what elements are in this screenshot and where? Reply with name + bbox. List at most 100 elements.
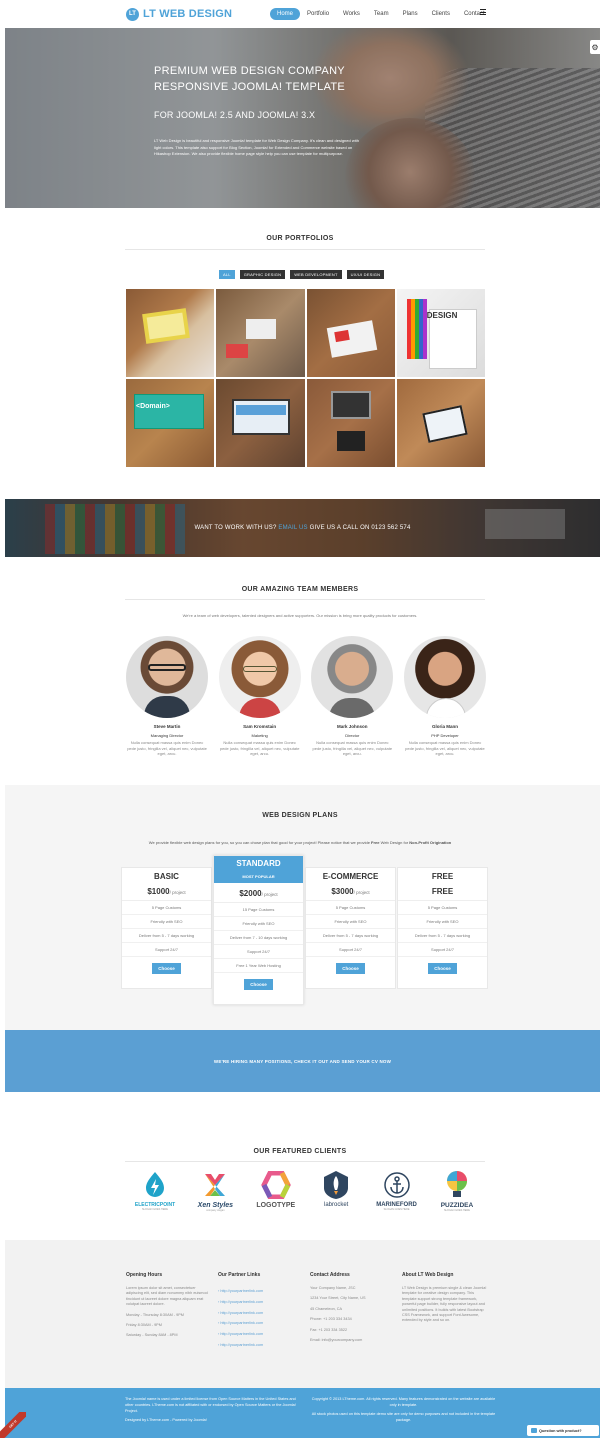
contact-line: 1234 Your Street, City Name, US [310, 1296, 366, 1301]
nav-portfolio[interactable]: Portfolio [300, 8, 336, 20]
plans-intro: We provide flexible web design plans for… [0, 840, 600, 845]
filter-all[interactable]: ALL [219, 270, 235, 279]
plans-intro-part: We provide flexible web design plans for… [148, 840, 370, 845]
member-desc: Nulla consequat massa quis enim Donec pe… [405, 740, 485, 756]
client-logo[interactable]: Xen Styles company slogan [186, 1170, 244, 1212]
get-it-ribbon[interactable]: GET IT [0, 1412, 26, 1438]
partner-link-text: http://yourpartnerlink.com [220, 1310, 264, 1315]
client-name: Xen Styles [197, 1202, 234, 1209]
divider [125, 249, 485, 250]
portfolio-item[interactable] [216, 379, 305, 467]
client-logo[interactable]: MARINEFORD SLOGAN GOES HERE [368, 1170, 426, 1212]
choose-button[interactable]: Choose [428, 963, 457, 974]
hero-title: PREMIUM WEB DESIGN COMPANY RESPONSIVE JOO… [154, 63, 345, 95]
partner-link[interactable]: › http://yourpartnerlink.com [218, 1308, 304, 1319]
filter-graphic-design[interactable]: GRAPHIC DESIGN [239, 270, 286, 279]
avatar [126, 636, 208, 718]
filter-ux-ui-design[interactable]: UX/UI DESIGN [346, 270, 385, 279]
plans-intro-part: Web Design for [380, 840, 409, 845]
partner-link[interactable]: › http://yourpartnerlink.com [218, 1340, 304, 1351]
plans-intro-nonprofit: Non-Profit Origination [409, 840, 452, 845]
most-popular-badge: MOST POPULAR [242, 874, 275, 879]
banner-text-part: GIVE US A CALL ON 0123 562 574 [309, 525, 411, 531]
plan-feature: Deliver from 5 - 7 days working [122, 929, 211, 943]
plan-price-value: $3000 [331, 887, 354, 896]
nav-home[interactable]: Home [270, 8, 301, 20]
member-name: Gloria Mann [431, 724, 458, 729]
gear-icon[interactable]: ⚙ [590, 40, 600, 54]
contact-email[interactable]: Email: info@yourcompany.com [310, 1338, 396, 1343]
footer-partner-links: Our Partner Links › http://yourpartnerli… [218, 1272, 304, 1351]
team-member: Gloria Mann PHP Developer Nulla consequa… [403, 636, 486, 757]
hero-title-line: RESPONSIVE JOOMLA! TEMPLATE [154, 81, 346, 93]
plan-price-unit: / project [169, 890, 186, 895]
portfolio-item[interactable] [126, 289, 215, 377]
footer-heading: Our Partner Links [218, 1272, 261, 1278]
opening-hours-line: Monday - Thursday 8:30AM - 9PM [126, 1312, 184, 1317]
site-logo[interactable]: LT LT WEB DESIGN [126, 6, 232, 22]
hero-subtitle: FOR JOOMLA! 2.5 AND JOOMLA! 3.X [154, 110, 316, 120]
chat-widget-button[interactable]: Question with product? [527, 1425, 599, 1436]
opening-hours-line: Friday 8:30AM - 9PM [126, 1323, 162, 1328]
client-logo[interactable]: LOGOTYPE [247, 1170, 305, 1212]
hiring-text[interactable]: WE'RE HIRING MANY POSITIONS, CHECK IT OU… [5, 1059, 600, 1064]
client-name: PUZZIDEA [440, 1202, 474, 1209]
tile-label: DESIGN [426, 311, 458, 320]
x-icon [186, 1170, 244, 1200]
partner-link[interactable]: › http://yourpartnerlink.com [218, 1297, 304, 1308]
plan-card-standard: STANDARD MOST POPULAR $2000/ project 15 … [213, 855, 304, 1005]
client-logo[interactable]: ELECTRICPOINT SLOGAN GOES HERE [126, 1170, 184, 1212]
nav-contact[interactable]: Contact [457, 8, 492, 20]
contact-line: Fax: +1 203 334 3522 [310, 1327, 348, 1332]
footer-heading: Opening Hours [126, 1272, 163, 1278]
hamburger-menu-icon[interactable] [480, 9, 486, 15]
partner-link[interactable]: › http://yourpartnerlink.com [218, 1318, 304, 1329]
footer-opening-hours: Opening Hours Lorem ipsum dolor sit amet… [126, 1272, 212, 1339]
lightning-drop-icon [126, 1170, 184, 1200]
plan-price-value: $2000 [239, 889, 262, 898]
plan-price-unit: / project [353, 890, 370, 895]
portfolio-item[interactable] [396, 379, 485, 467]
client-logo[interactable]: PUZZIDEA SLOGAN GOES HERE [428, 1170, 486, 1212]
nav-plans[interactable]: Plans [396, 8, 425, 20]
portfolio-item[interactable] [306, 289, 395, 377]
portfolio-title: OUR PORTFOLIOS [266, 235, 334, 242]
chat-icon [531, 1428, 537, 1433]
clients-title: OUR FEATURED CLIENTS [253, 1148, 347, 1155]
portfolio-item[interactable]: <Domain> [126, 379, 215, 467]
chat-label: Question with product? [539, 1428, 582, 1433]
designed-by-link[interactable]: Designed by LTheme.com - Powered by Joom… [125, 1417, 305, 1423]
plan-feature: Friendly with SEO [306, 915, 395, 929]
choose-button[interactable]: Choose [244, 979, 273, 990]
portfolio-item[interactable] [306, 379, 395, 467]
partner-link[interactable]: › http://yourpartnerlink.com [218, 1286, 304, 1297]
choose-button[interactable]: Choose [336, 963, 365, 974]
plan-price: $2000/ project [214, 883, 303, 903]
ribbon-label: GET IT [0, 1412, 26, 1438]
member-role: Director [345, 733, 360, 738]
client-logo[interactable]: labrocket [307, 1170, 365, 1212]
member-role: PHP Developer [431, 733, 459, 738]
partner-link[interactable]: › http://yourpartnerlink.com [218, 1329, 304, 1340]
choose-button[interactable]: Choose [152, 963, 181, 974]
filter-web-development[interactable]: WEB DEVELOPMENT [290, 270, 342, 279]
member-desc: Nulla consequat massa quis enim Donec pe… [127, 740, 207, 756]
tile-label: <Domain> [136, 403, 170, 410]
page: LT LT WEB DESIGN Home Portfolio Works Te… [0, 0, 600, 1438]
site-header: LT LT WEB DESIGN Home Portfolio Works Te… [0, 0, 600, 28]
logo-text: LT WEB DESIGN [143, 8, 233, 20]
partner-link-text: http://yourpartnerlink.com [220, 1289, 264, 1293]
portfolio-item[interactable] [216, 289, 305, 377]
email-us-link[interactable]: EMAIL US [278, 525, 307, 531]
plan-price-unit: / project [261, 892, 278, 897]
nav-clients[interactable]: Clients [425, 8, 457, 20]
legal-notice: The Joomla! name is used under a limited… [125, 1396, 305, 1423]
nav-works[interactable]: Works [336, 8, 367, 20]
avatar [311, 636, 394, 718]
plan-feature: Deliver from 5 - 7 days working [398, 929, 487, 943]
nav-team[interactable]: Team [367, 8, 396, 20]
banner-text: WANT TO WORK WITH US? EMAIL US GIVE US A… [5, 525, 600, 531]
member-name: Steve Martin [153, 724, 181, 729]
footer-text: Lorem ipsum dolor sit amet, consectetuer… [126, 1286, 208, 1307]
portfolio-item[interactable]: DESIGN [396, 289, 485, 377]
